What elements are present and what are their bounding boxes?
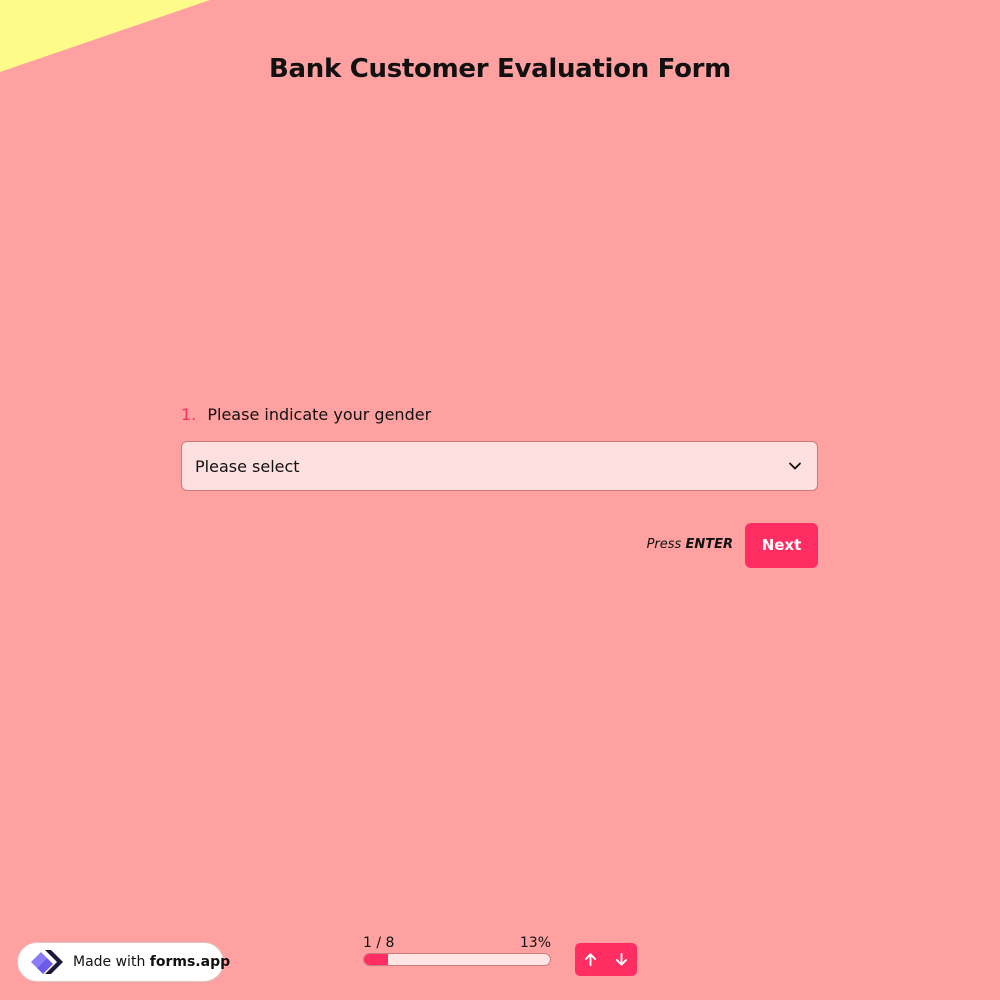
question-1: 1. Please indicate your gender: [181, 405, 818, 424]
question-navigation: [575, 943, 637, 976]
progress-count: 1 / 8: [363, 935, 395, 951]
question-number: 1.: [181, 405, 197, 424]
hint-key: ENTER: [685, 537, 733, 552]
forms-app-logo-icon: [31, 950, 63, 974]
previous-question-button[interactable]: [575, 943, 606, 976]
arrow-down-icon: [615, 952, 628, 966]
chevron-down-icon: [789, 462, 801, 470]
page-title: Bank Customer Evaluation Form: [269, 54, 731, 84]
badge-text: Made with forms.app: [73, 954, 230, 970]
badge-brand: forms.app: [149, 954, 231, 970]
gender-select[interactable]: Please select: [181, 441, 818, 491]
progress-bar-fill: [364, 954, 389, 965]
hint-prefix: Press: [646, 537, 682, 552]
press-enter-hint: Press ENTER: [600, 537, 733, 552]
next-button[interactable]: Next: [745, 523, 818, 568]
next-question-button[interactable]: [606, 943, 637, 976]
question-label: Please indicate your gender: [207, 405, 432, 424]
made-with-forms-app-badge[interactable]: Made with forms.app: [17, 942, 230, 982]
select-value: Please select: [195, 457, 300, 476]
arrow-up-icon: [584, 953, 597, 967]
progress-percent: 13%: [519, 935, 551, 951]
progress-bar: [363, 953, 551, 966]
badge-prefix: Made with: [73, 954, 146, 970]
